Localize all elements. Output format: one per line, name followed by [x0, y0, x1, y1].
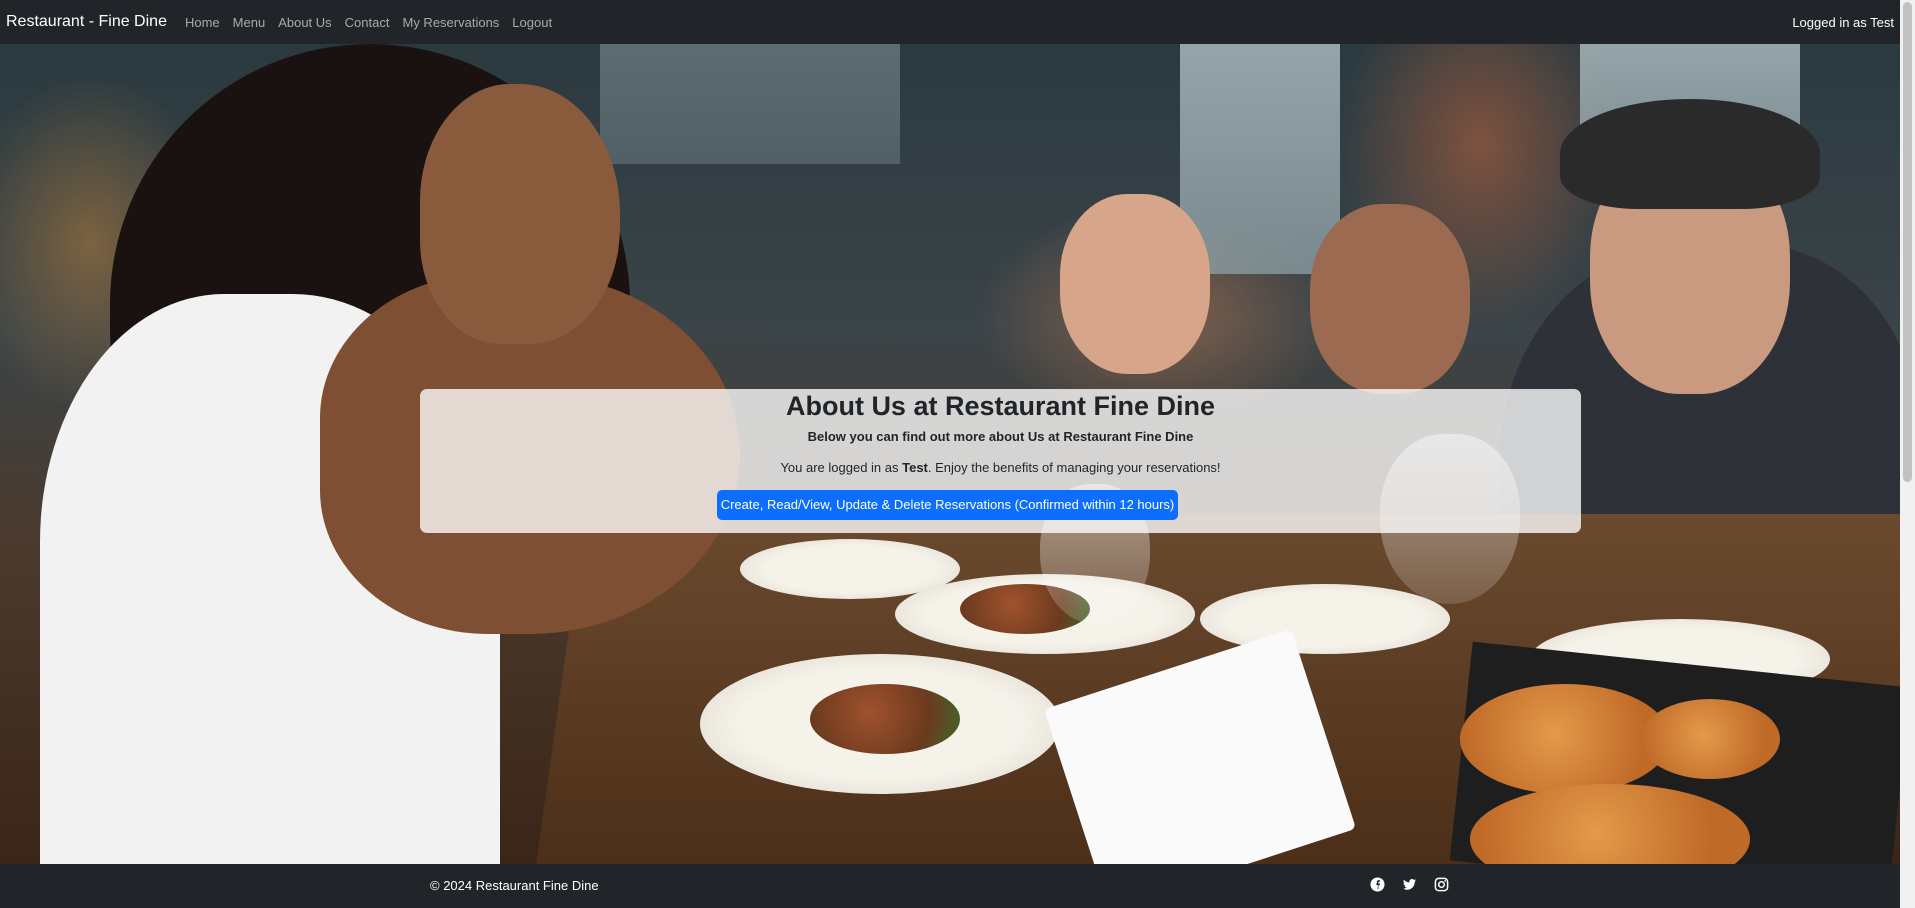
navbar-brand[interactable]: Restaurant - Fine Dine	[6, 13, 167, 31]
footer: © 2024 Restaurant Fine Dine	[0, 864, 1900, 908]
about-panel: About Us at Restaurant Fine Dine Below y…	[420, 389, 1581, 533]
facebook-icon[interactable]	[1370, 877, 1385, 892]
status-prefix: You are logged in as	[780, 460, 903, 475]
scrollbar-thumb[interactable]	[1903, 2, 1912, 482]
manage-reservations-button[interactable]: Create, Read/View, Update & Delete Reser…	[717, 490, 1178, 520]
plate-food	[810, 684, 960, 754]
nav-link-menu[interactable]: Menu	[233, 15, 266, 30]
social-links	[1370, 877, 1449, 892]
diner-head	[1310, 204, 1470, 394]
diner-man-cap	[1560, 99, 1820, 209]
logged-in-status: Logged in as Test	[1792, 14, 1894, 30]
page-subtitle: Below you can find out more about Us at …	[807, 429, 1194, 444]
window-light	[600, 44, 900, 164]
nav-link-my-reservations[interactable]: My Reservations	[402, 15, 499, 30]
status-username: Test	[902, 460, 928, 475]
pizza	[1640, 699, 1780, 779]
navbar: Restaurant - Fine Dine Home Menu About U…	[0, 0, 1900, 44]
copyright: © 2024 Restaurant Fine Dine	[430, 878, 599, 893]
twitter-icon[interactable]	[1402, 877, 1417, 892]
login-status-message: You are logged in as Test. Enjoy the ben…	[420, 460, 1581, 475]
diner-head	[1060, 194, 1210, 374]
instagram-icon[interactable]	[1434, 877, 1449, 892]
nav-link-home[interactable]: Home	[185, 15, 220, 30]
page-scrollbar[interactable]	[1900, 0, 1915, 908]
pizza	[1460, 684, 1670, 794]
window-light	[1180, 44, 1340, 274]
nav-links: Home Menu About Us Contact My Reservatio…	[185, 15, 565, 30]
status-suffix: . Enjoy the benefits of managing your re…	[927, 460, 1221, 475]
nav-link-contact[interactable]: Contact	[345, 15, 390, 30]
nav-link-logout[interactable]: Logout	[512, 15, 552, 30]
nav-link-about-us[interactable]: About Us	[278, 15, 331, 30]
diner-woman-face	[420, 84, 620, 344]
page-title: About Us at Restaurant Fine Dine	[785, 391, 1216, 421]
plate	[1200, 584, 1450, 654]
